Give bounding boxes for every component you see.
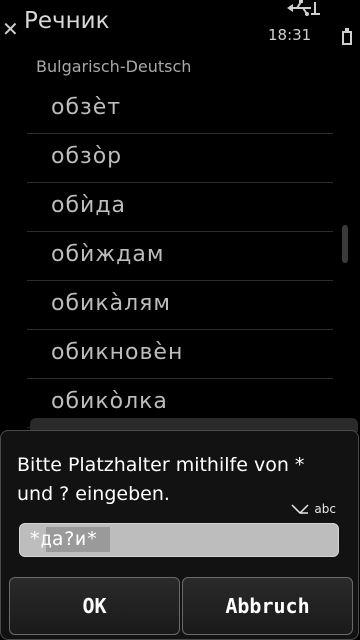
dialog-prompt: Bitte Platzhalter mithilfe von * und ? e… bbox=[17, 454, 305, 505]
list-item[interactable]: обѝждам bbox=[27, 233, 333, 281]
battery-icon bbox=[342, 28, 352, 45]
clock: 18:31 bbox=[268, 26, 312, 44]
input-mode-label: abc bbox=[314, 502, 336, 516]
wildcard-search-dialog: Bitte Platzhalter mithilfe von * und ? e… bbox=[0, 430, 359, 640]
wildcard-query-input[interactable]: *да?и* bbox=[19, 523, 339, 557]
dialog-buttons: OK Abbruch bbox=[9, 577, 353, 635]
scrollbar-thumb[interactable] bbox=[342, 225, 348, 263]
list-item[interactable]: обзо̀р bbox=[27, 135, 333, 183]
dictionary-direction: Bulgarisch-Deutsch bbox=[36, 57, 192, 76]
list-item[interactable]: обикновѐн bbox=[27, 331, 333, 379]
query-value: *да?и* bbox=[29, 528, 98, 550]
cancel-button[interactable]: Abbruch bbox=[182, 577, 353, 635]
list-item[interactable]: обика̀лям bbox=[27, 282, 333, 330]
input-mode-indicator: abc bbox=[290, 502, 336, 516]
usb-icon bbox=[287, 0, 320, 16]
list-item[interactable]: обѝда bbox=[27, 184, 333, 232]
close-icon[interactable]: ✕ bbox=[2, 19, 19, 39]
app-title: Речник bbox=[24, 8, 110, 34]
list-item[interactable]: обзѐт bbox=[27, 86, 333, 134]
title-bar: ✕ Речник 18:31 bbox=[0, 0, 360, 48]
pen-input-icon bbox=[291, 504, 309, 514]
ok-button[interactable]: OK bbox=[9, 577, 180, 635]
result-list: обзѐт обзо̀р обѝда обѝждам обика̀лям оби… bbox=[27, 86, 333, 429]
